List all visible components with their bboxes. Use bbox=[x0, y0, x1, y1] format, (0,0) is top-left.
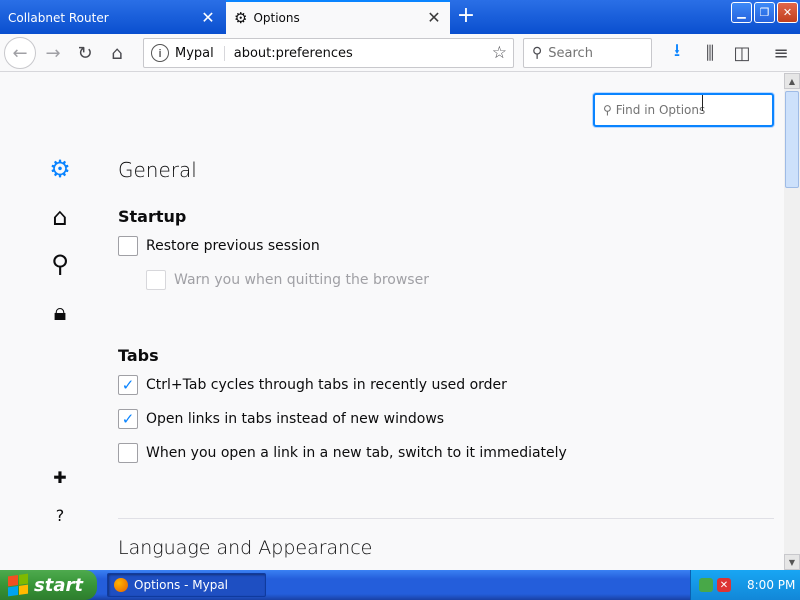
system-tray: ✕ 8:00 PM bbox=[690, 570, 800, 600]
text-cursor-icon bbox=[702, 95, 704, 111]
ctrl-tab-checkbox[interactable]: ✓ bbox=[118, 375, 138, 395]
switch-tab-label: When you open a link in a new tab, switc… bbox=[146, 445, 567, 461]
sidebar-icon[interactable]: ◫ bbox=[727, 38, 757, 68]
library-icon[interactable]: ⫼ bbox=[695, 38, 725, 68]
tab-collabnet-router[interactable]: Collabnet Router ✕ bbox=[0, 2, 224, 34]
restore-session-label: Restore previous session bbox=[146, 238, 320, 254]
taskbar: start Options - Mypal ✕ 8:00 PM bbox=[0, 570, 800, 600]
security-shield-icon[interactable]: ✕ bbox=[717, 578, 731, 592]
open-links-checkbox[interactable]: ✓ bbox=[118, 409, 138, 429]
search-bar[interactable]: ⚲ Search bbox=[523, 38, 652, 68]
vertical-scrollbar[interactable]: ▲ ▼ bbox=[784, 73, 800, 570]
open-links-label: Open links in tabs instead of new window… bbox=[146, 411, 445, 427]
minimize-icon[interactable]: ▁ bbox=[731, 2, 752, 23]
preferences-page: ⚲ Find in Options ⚙ ⌂ ⚲ 🔒︎ ✚ ? General S… bbox=[0, 73, 784, 570]
hamburger-menu-icon[interactable]: ≡ bbox=[766, 38, 796, 68]
bookmark-star-icon[interactable]: ☆ bbox=[492, 43, 507, 63]
category-search-icon[interactable]: ⚲ bbox=[46, 250, 74, 278]
home-icon[interactable]: ⌂ bbox=[102, 38, 132, 68]
navigation-toolbar: ← → ↻ ⌂ i Mypal about:preferences ☆ ⚲ Se… bbox=[0, 34, 800, 72]
ctrl-tab-option[interactable]: ✓ Ctrl+Tab cycles through tabs in recent… bbox=[118, 375, 507, 395]
windows-logo-icon bbox=[8, 573, 28, 597]
start-button[interactable]: start bbox=[0, 570, 97, 600]
close-window-icon[interactable]: ✕ bbox=[777, 2, 798, 23]
scroll-up-arrow-icon[interactable]: ▲ bbox=[784, 73, 800, 89]
search-icon: ⚲ bbox=[603, 103, 612, 117]
section-divider bbox=[118, 518, 774, 519]
url-text[interactable]: about:preferences bbox=[234, 46, 492, 61]
startup-heading: Startup bbox=[118, 207, 187, 226]
tab-title: Collabnet Router bbox=[8, 11, 109, 25]
taskbar-window-button[interactable]: Options - Mypal bbox=[107, 573, 266, 597]
warn-quit-checkbox bbox=[146, 270, 166, 290]
search-icon: ⚲ bbox=[532, 45, 543, 61]
info-icon[interactable]: i bbox=[151, 44, 169, 62]
search-placeholder: Search bbox=[548, 45, 593, 61]
warn-quit-option: Warn you when quitting the browser bbox=[146, 270, 429, 290]
tabs-heading: Tabs bbox=[118, 346, 159, 365]
gear-icon: ⚙ bbox=[234, 9, 248, 27]
back-arrow-icon[interactable]: ← bbox=[4, 37, 36, 69]
browser-app-icon bbox=[114, 578, 128, 592]
tab-close-icon[interactable]: ✕ bbox=[426, 10, 442, 26]
forward-arrow-icon[interactable]: → bbox=[38, 38, 68, 68]
switch-tab-checkbox[interactable] bbox=[118, 443, 138, 463]
scroll-down-arrow-icon[interactable]: ▼ bbox=[784, 554, 800, 570]
restore-session-option[interactable]: Restore previous session bbox=[118, 236, 320, 256]
window-controls: ▁ ❐ ✕ bbox=[731, 2, 798, 23]
warn-quit-label: Warn you when quitting the browser bbox=[174, 272, 429, 288]
category-home-icon[interactable]: ⌂ bbox=[46, 203, 74, 231]
find-placeholder: Find in Options bbox=[615, 103, 706, 117]
scrollbar-thumb[interactable] bbox=[785, 91, 799, 188]
ctrl-tab-label: Ctrl+Tab cycles through tabs in recently… bbox=[146, 377, 507, 393]
switch-tab-option[interactable]: When you open a link in a new tab, switc… bbox=[118, 443, 567, 463]
download-icon[interactable]: ⭳ bbox=[662, 38, 692, 68]
network-icon[interactable] bbox=[699, 578, 713, 592]
category-privacy-lock-icon[interactable]: 🔒︎ bbox=[46, 298, 74, 326]
open-links-option[interactable]: ✓ Open links in tabs instead of new wind… bbox=[118, 409, 444, 429]
category-general-gear-icon[interactable]: ⚙ bbox=[46, 155, 74, 183]
start-label: start bbox=[34, 574, 83, 596]
category-addons-puzzle-icon[interactable]: ✚ bbox=[46, 463, 74, 491]
restore-icon[interactable]: ❐ bbox=[754, 2, 775, 23]
clock[interactable]: 8:00 PM bbox=[747, 578, 795, 592]
find-in-options-input[interactable]: ⚲ Find in Options bbox=[593, 93, 774, 127]
taskbar-window-label: Options - Mypal bbox=[134, 578, 229, 592]
site-identity-label: Mypal bbox=[175, 45, 225, 61]
category-help-icon[interactable]: ? bbox=[46, 501, 74, 529]
url-bar[interactable]: i Mypal about:preferences ☆ bbox=[143, 38, 514, 68]
language-appearance-heading: Language and Appearance bbox=[118, 537, 373, 559]
tab-close-icon[interactable]: ✕ bbox=[200, 10, 216, 26]
new-tab-plus-icon[interactable]: + bbox=[454, 4, 478, 28]
tab-options[interactable]: ⚙ Options ✕ bbox=[226, 0, 450, 34]
tab-title: Options bbox=[253, 11, 300, 25]
tab-strip: Collabnet Router ✕ ⚙ Options ✕ + ▁ ❐ ✕ bbox=[0, 0, 800, 34]
reload-icon[interactable]: ↻ bbox=[70, 38, 100, 68]
page-title: General bbox=[118, 158, 197, 182]
restore-session-checkbox[interactable] bbox=[118, 236, 138, 256]
